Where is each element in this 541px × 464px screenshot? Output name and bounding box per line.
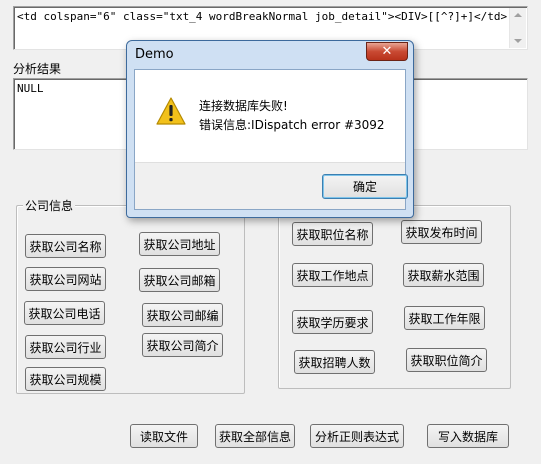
- get-work-years-button[interactable]: 获取工作年限: [404, 306, 485, 330]
- get-company-name-button[interactable]: 获取公司名称: [25, 234, 106, 258]
- get-company-intro-button[interactable]: 获取公司简介: [142, 333, 223, 357]
- get-company-size-button[interactable]: 获取公司规模: [25, 367, 106, 391]
- scroll-down-icon[interactable]: [514, 39, 522, 43]
- get-job-title-button[interactable]: 获取职位名称: [292, 222, 373, 246]
- dialog-ok-button[interactable]: 确定: [322, 174, 408, 199]
- get-company-industry-button[interactable]: 获取公司行业: [25, 335, 106, 359]
- close-icon: ✕: [381, 44, 393, 59]
- dialog-message-line2: 错误信息:IDispatch error #3092: [199, 118, 385, 132]
- error-dialog: Demo ✕ 连接数据库失败! 错误信息:IDispatch error #30…: [126, 40, 414, 218]
- get-job-intro-button[interactable]: 获取职位简介: [406, 348, 487, 372]
- dialog-title: Demo: [135, 47, 174, 62]
- get-company-postcode-button[interactable]: 获取公司邮编: [142, 303, 223, 327]
- result-box-text: NULL: [17, 82, 44, 95]
- get-salary-range-button[interactable]: 获取薪水范围: [403, 263, 484, 287]
- write-database-button[interactable]: 写入数据库: [427, 424, 509, 448]
- get-post-time-button[interactable]: 获取发布时间: [401, 220, 482, 244]
- get-company-website-button[interactable]: 获取公司网站: [25, 267, 106, 291]
- regex-input-scrollbar[interactable]: [509, 8, 526, 48]
- dialog-message-line1: 连接数据库失败!: [199, 99, 288, 113]
- get-company-email-button[interactable]: 获取公司邮箱: [139, 268, 220, 292]
- dialog-titlebar[interactable]: Demo ✕: [127, 41, 413, 69]
- get-work-location-button[interactable]: 获取工作地点: [292, 263, 373, 287]
- result-label: 分析结果: [13, 62, 62, 76]
- get-all-info-button[interactable]: 获取全部信息: [215, 424, 295, 448]
- read-file-button[interactable]: 读取文件: [130, 424, 198, 448]
- dialog-client: 连接数据库失败! 错误信息:IDispatch error #3092 确定: [134, 69, 408, 210]
- dialog-close-button[interactable]: ✕: [366, 42, 408, 61]
- company-info-title: 公司信息: [23, 197, 76, 214]
- get-education-req-button[interactable]: 获取学历要求: [292, 310, 373, 334]
- get-company-phone-button[interactable]: 获取公司电话: [24, 301, 105, 325]
- get-hiring-count-button[interactable]: 获取招聘人数: [294, 350, 375, 374]
- dialog-footer: 确定: [135, 162, 408, 209]
- scroll-up-icon[interactable]: [514, 13, 522, 17]
- regex-input-text: <td colspan="6" class="txt_4 wordBreakNo…: [17, 10, 507, 23]
- get-company-address-button[interactable]: 获取公司地址: [139, 232, 220, 256]
- warning-icon: [156, 97, 186, 125]
- analyze-regex-button[interactable]: 分析正则表达式: [310, 424, 404, 448]
